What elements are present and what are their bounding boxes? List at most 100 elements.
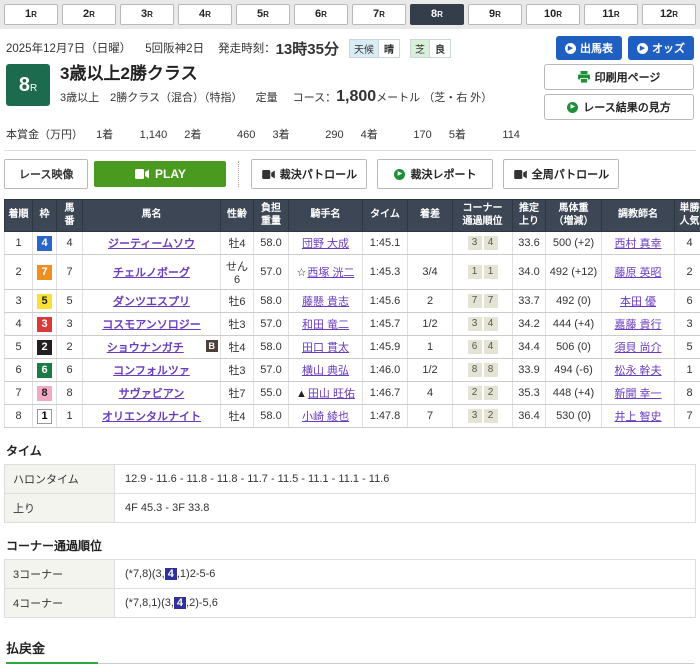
- prize-amount: 460: [207, 129, 255, 141]
- furlong-time-label: ハロンタイム: [5, 465, 115, 494]
- table-row: ハロンタイム 12.9 - 11.6 - 11.8 - 11.8 - 11.7 …: [5, 465, 696, 494]
- finish-position: 8: [5, 405, 33, 428]
- corner-order-cell: 77: [453, 290, 513, 313]
- finish-position: 7: [5, 382, 33, 405]
- jockey-link[interactable]: 団野 大成: [302, 238, 349, 250]
- trainer-link[interactable]: 新開 幸一: [614, 388, 661, 400]
- horse-name-link[interactable]: チェルノボーグ: [113, 267, 190, 279]
- race-tab-suffix: R: [89, 10, 95, 19]
- last3f-time: 36.4: [513, 405, 546, 428]
- last3f-time: 34.4: [513, 336, 546, 359]
- horse-name-link[interactable]: オリエンタルナイト: [102, 411, 201, 423]
- race-tab-5r[interactable]: 5R: [236, 4, 290, 25]
- race-tab-6r[interactable]: 6R: [294, 4, 348, 25]
- finish-position: 4: [5, 313, 33, 336]
- margin: 1/2: [408, 359, 453, 382]
- corner-order-table: 3コーナー (*7,8)(3,4,1)2-5-6 4コーナー (*7,8,1)(…: [4, 559, 696, 618]
- race-tab-9r[interactable]: 9R: [468, 4, 522, 25]
- weight-carried: 58.0: [254, 405, 289, 428]
- trainer-link[interactable]: 本田 優: [620, 296, 656, 308]
- table-row: 7 8 8 サヴァビアン 牡7 55.0 ▲田山 旺佑 1:46.7 4 22 …: [5, 382, 700, 405]
- horse-name-cell: サヴァビアン: [83, 382, 221, 405]
- race-tab-2r[interactable]: 2R: [62, 4, 116, 25]
- corner-position: 6: [468, 340, 482, 354]
- race-tab-11r[interactable]: 11R: [584, 4, 638, 25]
- margin: 4: [408, 382, 453, 405]
- stewards-report-button[interactable]: ▶ 裁決レポート: [377, 159, 493, 189]
- trainer-link[interactable]: 藤原 英昭: [614, 267, 661, 279]
- trainer-cell: 井上 智史: [602, 405, 675, 428]
- last3f-time: 33.6: [513, 232, 546, 255]
- jockey-cell: 藤懸 貴志: [289, 290, 363, 313]
- corner-position: 1: [468, 265, 482, 279]
- frame-badge: 6: [37, 363, 52, 378]
- print-page-button[interactable]: 印刷用ページ: [544, 64, 694, 90]
- jockey-link[interactable]: 和田 竜二: [302, 319, 349, 331]
- full-patrol-button[interactable]: 全周パトロール: [503, 159, 619, 189]
- entries-button-label: 出馬表: [580, 40, 613, 56]
- col-header-sex-age: 性齢: [221, 200, 254, 232]
- win-popularity: 1: [675, 359, 700, 382]
- race-tab-7r[interactable]: 7R: [352, 4, 406, 25]
- jockey-link[interactable]: 横山 典弘: [302, 365, 349, 377]
- horse-number: 1: [57, 405, 83, 428]
- trainer-link[interactable]: 嘉藤 貴行: [614, 319, 661, 331]
- race-tab-4r[interactable]: 4R: [178, 4, 232, 25]
- horse-name-link[interactable]: ショウナンガチ: [107, 342, 184, 354]
- trainer-link[interactable]: 井上 智史: [614, 411, 661, 423]
- jockey-link[interactable]: 田口 貫太: [302, 342, 349, 354]
- race-tab-8r-active[interactable]: 8R: [410, 4, 464, 25]
- results-guide-button[interactable]: ▶ レース結果の見方: [544, 94, 694, 120]
- frame-cell: 3: [33, 313, 57, 336]
- horse-name-link[interactable]: ダンツエスプリ: [113, 296, 190, 308]
- table-row: 6 6 6 コンフォルツァ 牡3 57.0 横山 典弘 1:46.0 1/2 8…: [5, 359, 700, 382]
- race-tab-3r[interactable]: 3R: [120, 4, 174, 25]
- odds-button[interactable]: ▶ オッズ: [628, 36, 694, 60]
- weight-carried: 57.0: [254, 255, 289, 290]
- horse-weight: 448 (+4): [546, 382, 602, 405]
- arrow-circle-icon: ▶: [565, 43, 576, 54]
- trainer-link[interactable]: 須貝 尚介: [614, 342, 661, 354]
- horse-number: 3: [57, 313, 83, 336]
- corner-section-heading: コーナー通過順位: [6, 537, 694, 554]
- horse-name-link[interactable]: コスモアンソロジー: [102, 319, 201, 331]
- jockey-link[interactable]: 田山 旺佑: [308, 388, 355, 400]
- corner-order-text: (*7,8)(3,: [125, 568, 165, 580]
- race-tab-12r[interactable]: 12R: [642, 4, 696, 25]
- stewards-patrol-button[interactable]: 裁決パトロール: [251, 159, 367, 189]
- race-tab-1r[interactable]: 1R: [4, 4, 58, 25]
- horse-name-link[interactable]: コンフォルツァ: [113, 365, 190, 377]
- jockey-link[interactable]: 西塚 洸二: [307, 267, 354, 279]
- margin: 2: [408, 290, 453, 313]
- blinker-badge: B: [206, 340, 219, 352]
- corner-order-cell: 64: [453, 336, 513, 359]
- finish-position: 1: [5, 232, 33, 255]
- entries-button[interactable]: ▶ 出馬表: [556, 36, 622, 60]
- horse-name-link[interactable]: サヴァビアン: [119, 388, 185, 400]
- corner-order-text: ,2)-5,6: [186, 597, 218, 609]
- horse-name-link[interactable]: ジーティームソウ: [108, 238, 195, 250]
- frame-badge: 5: [37, 294, 52, 309]
- results-guide-label: レース結果の見方: [583, 99, 670, 115]
- print-page-label: 印刷用ページ: [595, 69, 661, 85]
- jockey-cell: 和田 竜二: [289, 313, 363, 336]
- horse-weight: 492 (0): [546, 290, 602, 313]
- finish-position: 5: [5, 336, 33, 359]
- corner-order-text: (*7,8,1)(3,: [125, 597, 174, 609]
- results-table: 着順 枠 馬 番 馬名 性齢 負担 重量 騎手名 タイム 着差 コーナー 通過順…: [4, 199, 700, 428]
- prize-place: 2着: [184, 129, 201, 141]
- time-table: ハロンタイム 12.9 - 11.6 - 11.8 - 11.8 - 11.7 …: [4, 464, 696, 523]
- sex-age: 牡4: [221, 232, 254, 255]
- col-header-last3f: 推定 上り: [513, 200, 546, 232]
- jockey-link[interactable]: 小崎 綾也: [302, 411, 349, 423]
- col-header-weight-carried: 負担 重量: [254, 200, 289, 232]
- trainer-link[interactable]: 松永 幹夫: [614, 365, 661, 377]
- race-tab-suffix: R: [379, 10, 385, 19]
- race-tab-10r[interactable]: 10R: [526, 4, 580, 25]
- jockey-link[interactable]: 藤懸 貴志: [302, 296, 349, 308]
- horse-number: 7: [57, 255, 83, 290]
- trainer-cell: 須貝 尚介: [602, 336, 675, 359]
- play-button[interactable]: PLAY: [94, 161, 226, 187]
- trainer-link[interactable]: 西村 真幸: [614, 238, 661, 250]
- sex-age: 牡3: [221, 313, 254, 336]
